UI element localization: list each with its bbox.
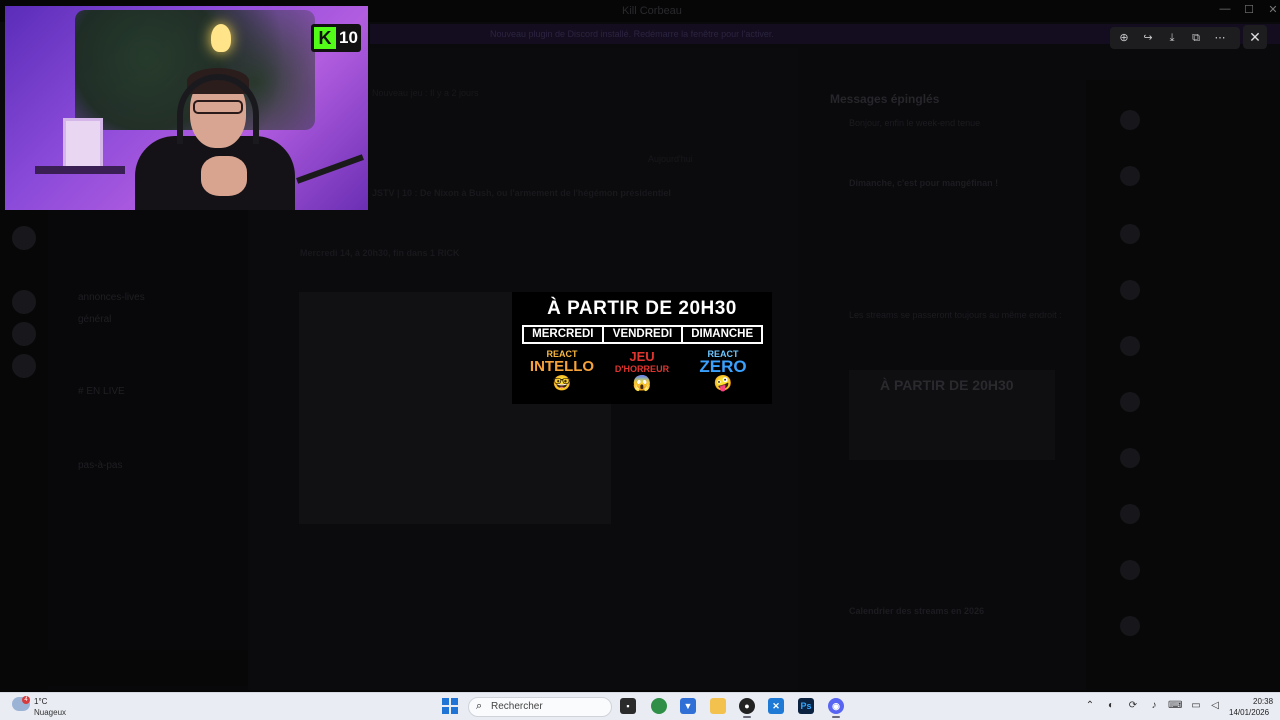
viewer-count: 10: [339, 28, 358, 47]
member-avatar[interactable]: [1120, 560, 1140, 580]
search-placeholder: Rechercher: [491, 701, 543, 712]
close-viewer-button[interactable]: ✕: [1243, 25, 1267, 49]
pinned-message: Les streams se passeront toujours au mêm…: [849, 310, 1062, 320]
shelf: [35, 166, 125, 174]
schedule-title: À PARTIR DE 20H30: [547, 298, 737, 319]
day-label: DIMANCHE: [691, 328, 754, 340]
show-bottom-label: D'HORREUR: [614, 364, 670, 374]
member-avatar[interactable]: [1120, 392, 1140, 412]
network-icon[interactable]: ▭: [1189, 700, 1203, 711]
server-icon[interactable]: [12, 290, 36, 314]
vscode-icon[interactable]: ✕: [768, 698, 784, 714]
member-avatar[interactable]: [1120, 110, 1140, 130]
member-avatar[interactable]: [1120, 616, 1140, 636]
server-icon[interactable]: [12, 226, 36, 250]
member-avatar[interactable]: [1120, 504, 1140, 524]
download-icon[interactable]: ⤓: [1165, 31, 1179, 45]
pinned-message: Dimanche, c'est pour mangéfinan !: [849, 178, 999, 188]
member-avatar[interactable]: [1120, 280, 1140, 300]
server-rail: [0, 210, 48, 690]
start-button[interactable]: [442, 698, 458, 714]
user-panel: [0, 650, 248, 686]
channel-item[interactable]: annonces-lives: [78, 292, 145, 303]
member-avatar[interactable]: [1120, 224, 1140, 244]
pinned-message: Bonjour, enfin le week-end tenue: [849, 118, 981, 128]
weather-temperature: 1°C: [34, 697, 48, 706]
zany-emoji-icon: 🤪: [713, 375, 733, 392]
member-avatar[interactable]: [1120, 448, 1140, 468]
screen: Kill Corbeau — ☐ ✕ Nouveau plugin de Dis…: [0, 0, 1280, 720]
nerd-emoji-icon: 🤓: [552, 375, 572, 392]
weather-description: Nuageux: [34, 708, 67, 717]
weather-alert-badge: 4: [22, 696, 30, 704]
folder-icon[interactable]: [710, 698, 726, 714]
clock-date[interactable]: 14/01/2026: [1229, 708, 1269, 717]
share-icon[interactable]: ↪: [1141, 31, 1155, 45]
pinned-image-text: À PARTIR DE 20H30: [880, 377, 1014, 393]
chat-message: Mercredi 14, à 20h30, fin dans 1 RICK: [300, 248, 460, 258]
channel-item[interactable]: # EN LIVE: [78, 386, 125, 397]
lightbulb-lamp: [211, 24, 231, 52]
task-view-icon[interactable]: ▪: [620, 698, 636, 714]
show-react-zero: REACT ZERO 🤪: [683, 349, 763, 394]
vpn-icon[interactable]: ▼: [680, 698, 696, 714]
channel-item[interactable]: pas-à-pas: [78, 460, 122, 471]
member-avatar[interactable]: [1120, 166, 1140, 186]
photoshop-icon[interactable]: Ps: [798, 698, 814, 714]
running-indicator: [743, 716, 751, 718]
scream-emoji-icon: 😱: [632, 375, 652, 392]
channel-list: [48, 210, 248, 690]
pinned-messages-panel: [800, 80, 1080, 640]
show-react-intello: REACT INTELLO 🤓: [522, 349, 602, 394]
keyboard-icon[interactable]: ⌨: [1168, 700, 1182, 711]
kick-logo-icon: K: [314, 27, 336, 49]
discord-icon[interactable]: ◉: [828, 698, 844, 714]
member-list: [1086, 80, 1280, 690]
volume-icon[interactable]: ◁: [1208, 700, 1222, 711]
show-bottom-label: ZERO: [699, 357, 747, 376]
show-jeu-horreur: JEU D'HORREUR 😱: [602, 349, 682, 394]
minimize-icon[interactable]: —: [1218, 3, 1232, 15]
maximize-icon[interactable]: ☐: [1242, 3, 1256, 16]
window-title: Kill Corbeau: [622, 5, 682, 17]
explore-icon[interactable]: [12, 354, 36, 378]
day-label: VENDREDI: [604, 327, 684, 342]
date-divider: Aujourd'hui: [648, 154, 693, 164]
obs-icon[interactable]: ●: [739, 698, 755, 714]
show-bottom-label: INTELLO: [529, 358, 595, 375]
clock-time[interactable]: 20:38: [1253, 697, 1273, 706]
chrome-icon[interactable]: [651, 698, 667, 714]
sync-icon[interactable]: ⟳: [1126, 700, 1140, 711]
more-icon[interactable]: ⋯: [1213, 31, 1227, 45]
picture-frame: [63, 118, 103, 170]
running-indicator: [832, 716, 840, 718]
show-top-label: JEU: [629, 349, 655, 364]
banner-text: Nouveau plugin de Discord installé. Redé…: [490, 29, 774, 39]
add-server-icon[interactable]: [12, 322, 36, 346]
day-label: MERCREDI: [524, 327, 604, 342]
schedule-image[interactable]: À PARTIR DE 20H30 MERCREDI VENDREDI DIMA…: [512, 292, 772, 404]
member-avatar[interactable]: [1120, 336, 1140, 356]
viewer-count-badge: K 10: [311, 24, 361, 52]
microphone-arm: [296, 154, 364, 184]
clasped-hands: [201, 156, 247, 196]
close-window-icon[interactable]: ✕: [1266, 3, 1280, 16]
search-icon: ⌕: [476, 700, 483, 712]
open-external-icon[interactable]: ⧉: [1189, 31, 1203, 45]
zoom-icon[interactable]: ⊕: [1117, 31, 1131, 45]
pinned-title: Messages épinglés: [830, 92, 940, 106]
webcam-overlay: K 10: [5, 6, 368, 210]
channel-item[interactable]: général: [78, 314, 111, 325]
chat-message: JSTV | 10 : De Nixon à Bush, ou l'armeme…: [372, 188, 671, 198]
pinned-message: Calendrier des streams en 2026: [849, 606, 985, 616]
chat-message: Nouveau jeu : Il y a 2 jours: [372, 88, 479, 98]
microphone-icon[interactable]: ♪: [1147, 700, 1161, 711]
chevron-up-icon[interactable]: ⌃: [1083, 700, 1097, 711]
steam-icon[interactable]: ◐: [1104, 700, 1118, 711]
schedule-days: MERCREDI VENDREDI DIMANCHE: [522, 325, 763, 344]
